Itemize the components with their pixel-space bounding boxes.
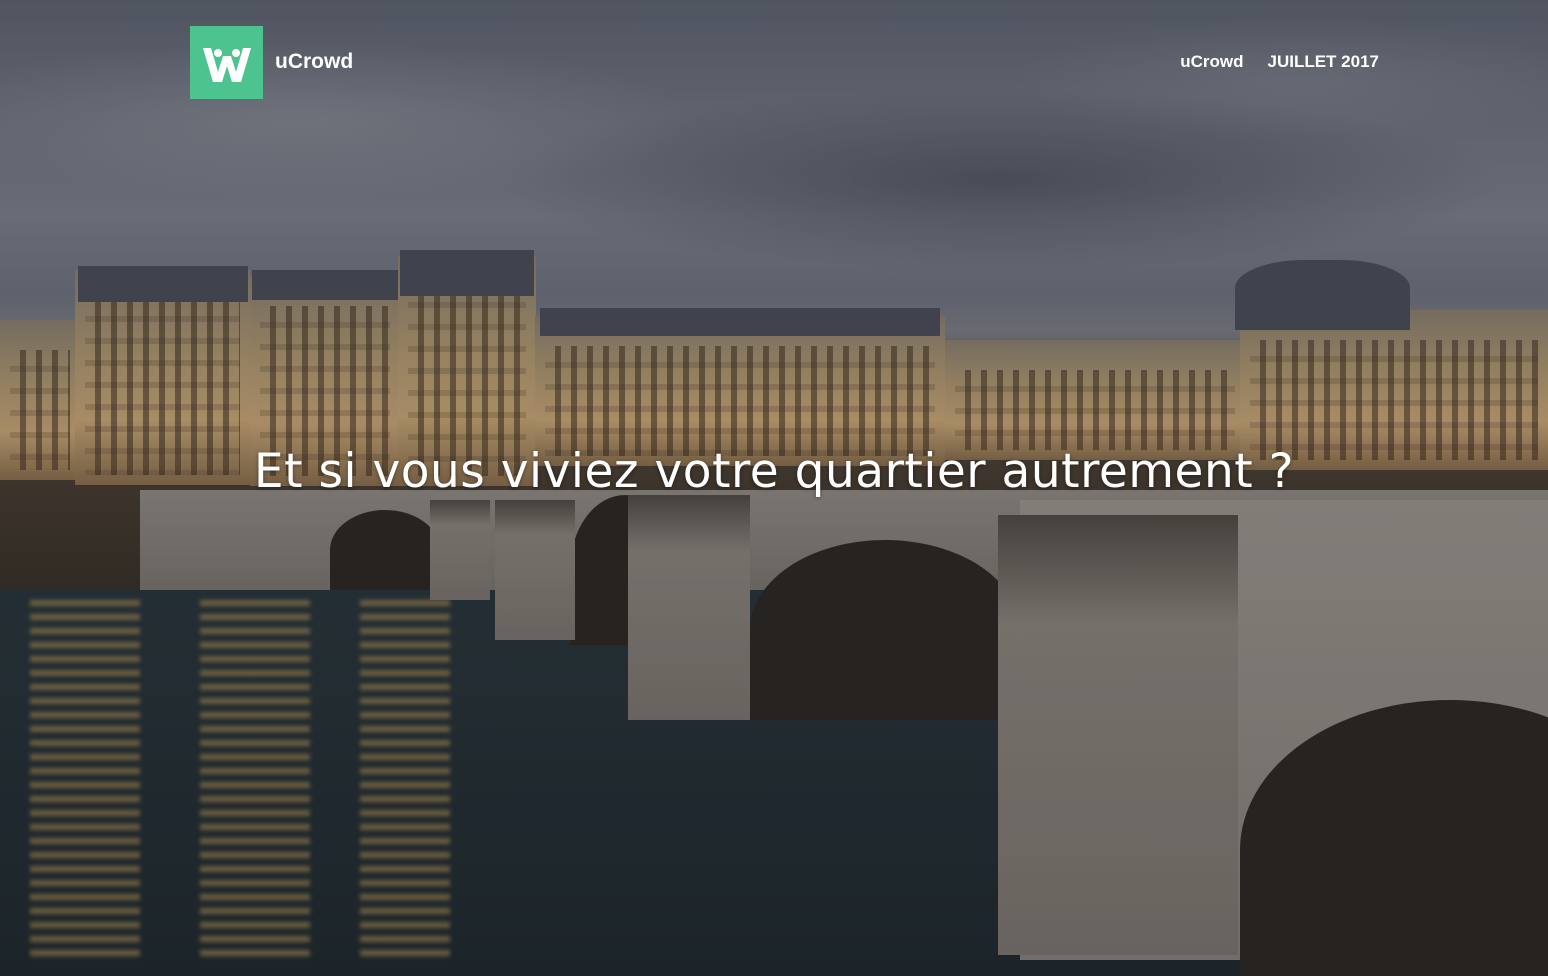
nav-link-juillet-2017[interactable]: JUILLET 2017 — [1268, 52, 1380, 72]
brand-name[interactable]: uCrowd — [275, 50, 353, 74]
top-nav: uCrowd JUILLET 2017 — [1180, 52, 1379, 72]
nav-link-ucrowd[interactable]: uCrowd — [1180, 52, 1243, 72]
hero-headline: Et si vous viviez votre quartier autreme… — [253, 444, 1295, 499]
ucrowd-w-people-icon — [202, 47, 251, 82]
ucrowd-logo[interactable] — [190, 26, 263, 99]
